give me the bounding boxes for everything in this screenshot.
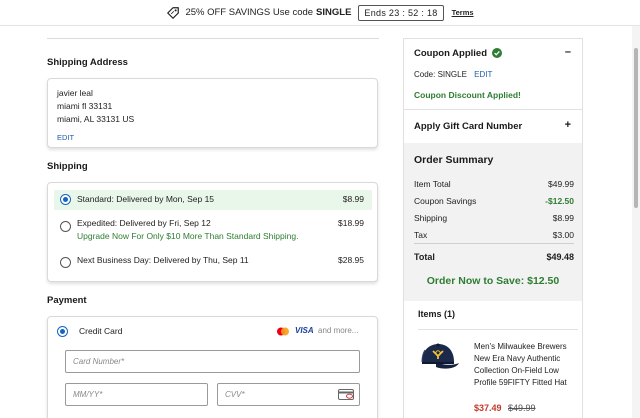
sidebar-divider bbox=[404, 109, 582, 110]
summary-row-total: Total $49.48 bbox=[414, 252, 574, 262]
address-line-2: miami, AL 33131 US bbox=[57, 114, 135, 124]
summary-row-shipping: Shipping $8.99 bbox=[414, 213, 574, 223]
cvv-card-icon bbox=[338, 389, 354, 400]
radio-expedited[interactable] bbox=[60, 221, 71, 232]
coupon-collapse-button[interactable]: – bbox=[565, 46, 571, 58]
order-summary-heading: Order Summary bbox=[414, 154, 494, 166]
coupon-applied-message: Coupon Discount Applied! bbox=[414, 90, 521, 100]
summary-value: $49.99 bbox=[548, 179, 574, 189]
items-divider bbox=[418, 329, 578, 330]
promo-timer: Ends 23 : 52 : 18 bbox=[358, 4, 444, 21]
order-sidebar: Coupon Applied – Code: SINGLE EDIT Coupo… bbox=[403, 38, 583, 418]
address-line-1: miami fl 33131 bbox=[57, 101, 113, 111]
shipping-option-price: $18.99 bbox=[338, 218, 364, 228]
shipping-option-price: $8.99 bbox=[342, 194, 364, 204]
order-summary: Order Summary Item Total $49.99 Coupon S… bbox=[404, 143, 582, 301]
coupon-code: Code: SINGLE bbox=[414, 70, 467, 79]
check-circle-icon bbox=[492, 48, 502, 58]
more-cards-link[interactable]: and more... bbox=[318, 326, 358, 335]
shipping-option-label: Expedited: Delivered by Fri, Sep 12 bbox=[77, 218, 211, 228]
product-original-price: $49.99 bbox=[508, 403, 536, 413]
summary-label: Coupon Savings bbox=[414, 196, 477, 206]
order-now-savings: Order Now to Save: $12.50 bbox=[426, 275, 560, 287]
shipping-option-label: Standard: Delivered by Mon, Sep 15 bbox=[77, 194, 215, 204]
credit-card-label: Credit Card bbox=[79, 326, 123, 336]
shipping-option-label: Next Business Day: Delivered by Thu, Sep… bbox=[77, 255, 249, 265]
address-edit-link[interactable]: EDIT bbox=[57, 133, 74, 142]
summary-row-tax: Tax $3.00 bbox=[414, 230, 574, 240]
summary-label: Tax bbox=[414, 230, 428, 240]
page-scrollbar[interactable] bbox=[632, 26, 640, 418]
summary-divider bbox=[414, 243, 574, 244]
promo-text: 25% OFF SAVINGS Use code bbox=[185, 7, 314, 18]
shipping-address-card: javier leal miami fl 33131 miami, AL 331… bbox=[47, 78, 378, 148]
tag-icon bbox=[167, 6, 180, 19]
coupon-heading: Coupon Applied bbox=[414, 48, 487, 59]
summary-row-item-total: Item Total $49.99 bbox=[414, 179, 574, 189]
shipping-option-expedited[interactable]: Expedited: Delivered by Fri, Sep 12 $18.… bbox=[54, 215, 372, 245]
shipping-option-next-day[interactable]: Next Business Day: Delivered by Thu, Sep… bbox=[54, 252, 372, 272]
section-divider bbox=[47, 38, 379, 39]
payment-heading: Payment bbox=[47, 295, 87, 306]
shipping-option-price: $28.95 bbox=[338, 255, 364, 265]
upgrade-note: Upgrade Now For Only $10 More Than Stand… bbox=[77, 231, 299, 241]
promo-banner: 25% OFF SAVINGS Use code SINGLE Ends 23 … bbox=[0, 0, 640, 26]
product-sale-price: $37.49 bbox=[474, 403, 502, 413]
payment-card: Credit Card VISA and more... Card Number… bbox=[47, 316, 378, 418]
address-name: javier leal bbox=[57, 88, 93, 98]
total-value: $49.48 bbox=[546, 252, 574, 262]
shipping-options-card: Standard: Delivered by Mon, Sep 15 $8.99… bbox=[47, 182, 378, 282]
visa-logo: VISA bbox=[295, 326, 314, 335]
card-number-input[interactable]: Card Number* bbox=[65, 350, 360, 373]
gift-card-heading[interactable]: Apply Gift Card Number bbox=[414, 121, 522, 132]
gift-card-expand-button[interactable]: + bbox=[565, 119, 571, 131]
promo-code: SINGLE bbox=[316, 7, 352, 18]
cvv-placeholder: CVV* bbox=[225, 390, 245, 399]
radio-next-day[interactable] bbox=[60, 257, 71, 268]
summary-value: -$12.50 bbox=[545, 196, 574, 206]
mastercard-icon bbox=[277, 327, 289, 336]
summary-value: $3.00 bbox=[552, 230, 574, 240]
scrollbar-thumb[interactable] bbox=[634, 48, 638, 208]
expiry-input[interactable]: MM/YY* bbox=[65, 383, 208, 406]
coupon-edit-link[interactable]: EDIT bbox=[474, 70, 492, 79]
radio-credit-card[interactable] bbox=[57, 326, 68, 337]
product-name-link[interactable]: Men's Milwaukee Brewers New Era Navy Aut… bbox=[474, 341, 578, 389]
summary-row-coupon-savings: Coupon Savings -$12.50 bbox=[414, 196, 574, 206]
shipping-heading: Shipping bbox=[47, 161, 88, 172]
summary-label: Shipping bbox=[414, 213, 448, 223]
hat-image[interactable] bbox=[416, 340, 460, 374]
summary-label: Item Total bbox=[414, 179, 451, 189]
shipping-option-standard[interactable]: Standard: Delivered by Mon, Sep 15 $8.99 bbox=[54, 190, 372, 210]
cvv-input[interactable]: CVV* bbox=[217, 383, 360, 406]
terms-link[interactable]: Terms bbox=[452, 8, 474, 17]
coupon-code-line: Code: SINGLE EDIT bbox=[414, 70, 492, 79]
items-heading: Items (1) bbox=[418, 309, 456, 319]
radio-standard[interactable] bbox=[60, 194, 71, 205]
summary-value: $8.99 bbox=[552, 213, 574, 223]
shipping-address-heading: Shipping Address bbox=[47, 57, 128, 68]
total-label: Total bbox=[414, 252, 435, 262]
